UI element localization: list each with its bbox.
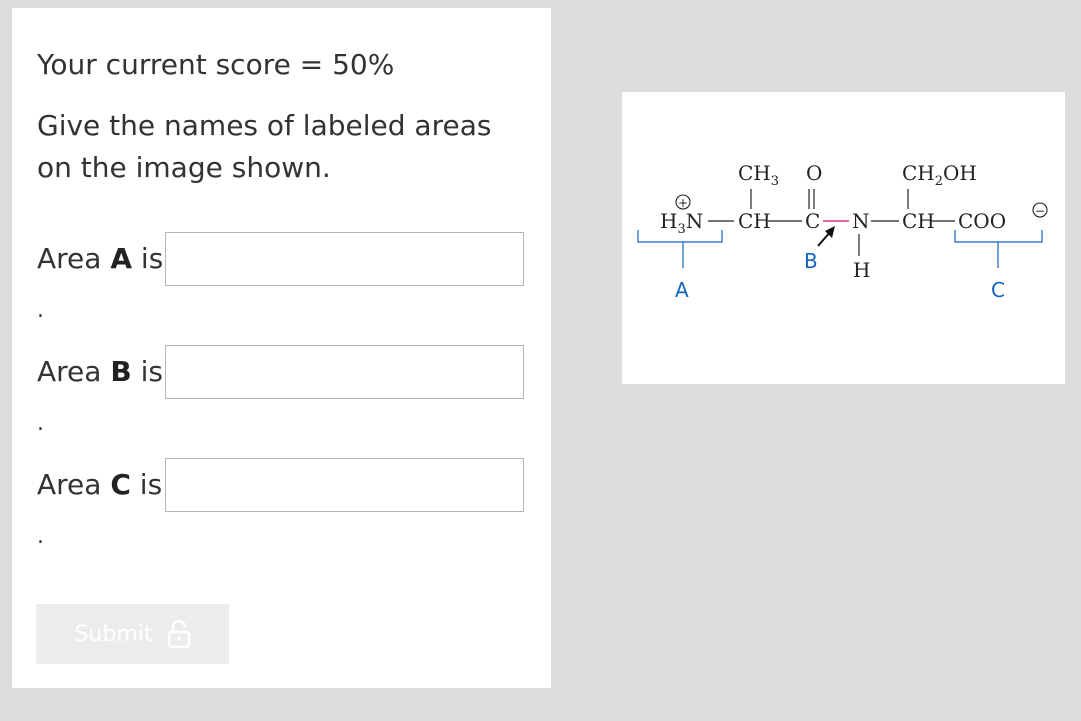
dipeptide-structure: CH3 O CH2OH + − H3N CH C N CH COO H A B … (637, 161, 1048, 302)
lock-icon (167, 619, 190, 649)
ammonium-group: H3N (660, 209, 703, 237)
carbonyl-oxygen: O (806, 161, 822, 185)
area-b-input[interactable] (165, 345, 524, 399)
current-score: Your current score = 50% (37, 48, 395, 81)
submit-button[interactable]: Submit (36, 604, 229, 664)
area-a-marker: A (675, 278, 689, 302)
dipeptide-figure: CH3 O CH2OH + − H3N CH C N CH COO H A B … (622, 92, 1065, 384)
amide-hydrogen: H (853, 258, 870, 282)
carboxylate-group: COO (958, 209, 1006, 233)
svg-text:+: + (678, 196, 688, 210)
area-c-input[interactable] (165, 458, 524, 512)
area-a-label: Area A is (37, 242, 164, 275)
area-b-label: Area B is (37, 355, 163, 388)
submit-label: Submit (74, 621, 153, 647)
quiz-card: Your current score = 50% Give the names … (12, 8, 551, 688)
area-b-marker: B (804, 249, 818, 273)
area-a-input[interactable] (165, 232, 524, 286)
area-b-period: . (37, 411, 44, 436)
svg-text:−: − (1035, 204, 1045, 218)
area-c-period: . (37, 524, 44, 549)
ch3-text: CH3 (738, 161, 779, 189)
alpha-carbon-1: CH (738, 209, 771, 233)
area-c-marker: C (991, 278, 1005, 302)
question-text: Give the names of labeled areas on the i… (37, 109, 492, 184)
ch2oh-text: CH2OH (902, 161, 977, 189)
carbonyl-carbon: C (805, 209, 820, 233)
alpha-carbon-2: CH (902, 209, 935, 233)
amide-nitrogen: N (852, 209, 870, 233)
area-a-period: . (37, 298, 44, 323)
area-c-label: Area C is (37, 468, 163, 501)
